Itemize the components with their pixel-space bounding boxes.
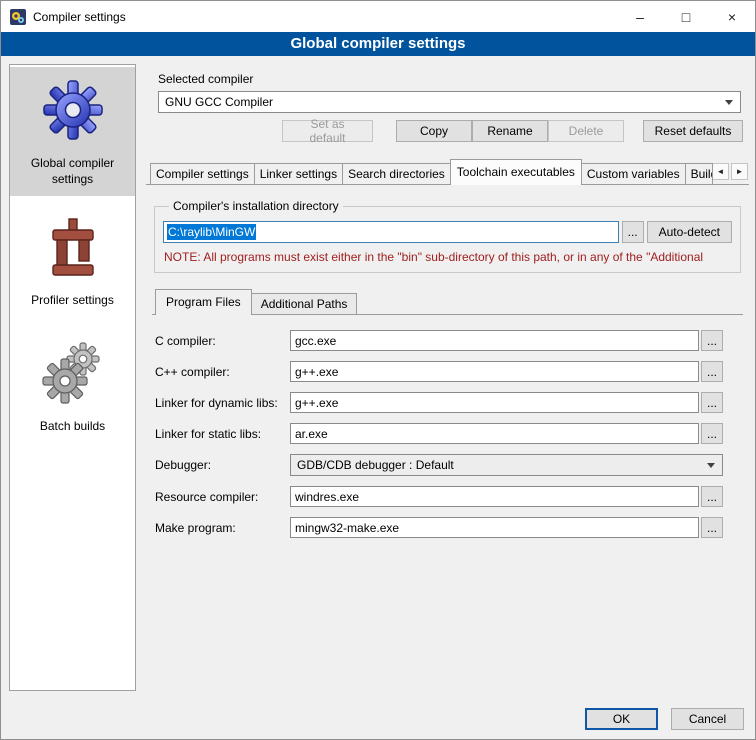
cpp-compiler-browse-button[interactable]: ... — [701, 361, 723, 382]
program-tabbar: Program Files Additional Paths — [152, 289, 743, 315]
titlebar: Compiler settings – □ × — [1, 1, 755, 32]
auto-detect-button[interactable]: Auto-detect — [647, 221, 732, 243]
sidebar: Global compiler settings Profiler settin… — [9, 64, 136, 691]
compiler-settings-dialog: Compiler settings – □ × Global compiler … — [0, 0, 756, 740]
tab-compiler-settings[interactable]: Compiler settings — [150, 163, 255, 184]
close-icon[interactable]: × — [709, 1, 755, 32]
resource-compiler-browse-button[interactable]: ... — [701, 486, 723, 507]
program-files-fields: C compiler: ... C++ compiler: ... Linker… — [152, 315, 743, 538]
maximize-icon[interactable]: □ — [663, 1, 709, 32]
field-row-resource-compiler: Resource compiler: ... — [155, 486, 723, 507]
tab-custom-variables[interactable]: Custom variables — [581, 163, 686, 184]
chevron-down-icon — [725, 100, 733, 105]
selected-compiler-dropdown[interactable]: GNU GCC Compiler — [158, 91, 741, 113]
selected-compiler-label: Selected compiler — [158, 72, 749, 86]
minimize-icon[interactable]: – — [617, 1, 663, 32]
make-program-browse-button[interactable]: ... — [701, 517, 723, 538]
sidebar-item-global-compiler-settings[interactable]: Global compiler settings — [10, 67, 135, 196]
delete-button[interactable]: Delete — [548, 120, 624, 142]
tab-toolchain-executables[interactable]: Toolchain executables — [450, 159, 582, 185]
linker-static-input[interactable] — [290, 423, 699, 444]
tab-program-files[interactable]: Program Files — [155, 289, 252, 315]
tab-linker-settings[interactable]: Linker settings — [254, 163, 343, 184]
sidebar-item-batch-builds[interactable]: Batch builds — [10, 328, 135, 444]
installation-directory-input[interactable]: C:\raylib\MinGW — [163, 221, 619, 243]
window-title: Compiler settings — [33, 10, 126, 24]
chevron-down-icon — [707, 463, 715, 468]
gear-blue-icon — [41, 78, 105, 145]
installation-directory-row: C:\raylib\MinGW ... Auto-detect — [163, 221, 732, 243]
linker-dynamic-input[interactable] — [290, 392, 699, 413]
dialog-footer: OK Cancel — [585, 708, 744, 730]
sidebar-item-label: Global compiler settings — [13, 156, 132, 187]
sidebar-item-label: Batch builds — [40, 419, 105, 435]
c-compiler-input[interactable] — [290, 330, 699, 351]
dialog-header-title: Global compiler settings — [1, 32, 755, 56]
tab-build[interactable]: Build — [685, 163, 713, 184]
tab-scroll-left-icon[interactable]: ◄ — [712, 163, 729, 180]
reset-defaults-button[interactable]: Reset defaults — [643, 120, 743, 142]
linker-static-label: Linker for static libs: — [155, 427, 290, 441]
tab-additional-paths[interactable]: Additional Paths — [251, 293, 358, 314]
profiler-tool-icon — [44, 217, 102, 282]
debugger-dropdown[interactable]: GDB/CDB debugger : Default — [290, 454, 723, 476]
gears-gray-icon — [41, 339, 105, 408]
installation-directory-browse-button[interactable]: ... — [622, 221, 644, 243]
window-controls: – □ × — [617, 1, 755, 32]
set-as-default-button[interactable]: Set as default — [282, 120, 373, 142]
field-row-c-compiler: C compiler: ... — [155, 330, 723, 351]
debugger-label: Debugger: — [155, 458, 290, 472]
cancel-button[interactable]: Cancel — [671, 708, 744, 730]
linker-dynamic-label: Linker for dynamic libs: — [155, 396, 290, 410]
resource-compiler-input[interactable] — [290, 486, 699, 507]
cpp-compiler-label: C++ compiler: — [155, 365, 290, 379]
copy-button[interactable]: Copy — [396, 120, 472, 142]
installation-directory-group: Compiler's installation directory C:\ray… — [154, 199, 741, 273]
ok-button[interactable]: OK — [585, 708, 658, 730]
field-row-debugger: Debugger: GDB/CDB debugger : Default — [155, 454, 723, 476]
tab-search-directories[interactable]: Search directories — [342, 163, 451, 184]
tab-scroll-controls: ◄ ► — [712, 163, 749, 180]
linker-dynamic-browse-button[interactable]: ... — [701, 392, 723, 413]
main-content: Selected compiler GNU GCC Compiler Set a… — [146, 64, 749, 712]
c-compiler-label: C compiler: — [155, 334, 290, 348]
debugger-value: GDB/CDB debugger : Default — [297, 458, 454, 472]
compiler-actions: Set as default Copy Rename Delete Reset … — [146, 120, 749, 142]
sidebar-item-label: Profiler settings — [31, 293, 114, 309]
settings-tabbar: Compiler settings Linker settings Search… — [146, 159, 749, 184]
field-row-make-program: Make program: ... — [155, 517, 723, 538]
make-program-label: Make program: — [155, 521, 290, 535]
c-compiler-browse-button[interactable]: ... — [701, 330, 723, 351]
tab-scroll-right-icon[interactable]: ► — [731, 163, 748, 180]
cpp-compiler-input[interactable] — [290, 361, 699, 382]
selected-compiler-value: GNU GCC Compiler — [165, 95, 273, 109]
field-row-linker-dynamic: Linker for dynamic libs: ... — [155, 392, 723, 413]
field-row-linker-static: Linker for static libs: ... — [155, 423, 723, 444]
toolchain-executables-page: Compiler's installation directory C:\ray… — [146, 184, 749, 712]
rename-button[interactable]: Rename — [472, 120, 548, 142]
sidebar-item-profiler-settings[interactable]: Profiler settings — [10, 206, 135, 318]
field-row-cpp-compiler: C++ compiler: ... — [155, 361, 723, 382]
resource-compiler-label: Resource compiler: — [155, 490, 290, 504]
installation-directory-group-label: Compiler's installation directory — [169, 199, 343, 213]
linker-static-browse-button[interactable]: ... — [701, 423, 723, 444]
note-text: NOTE: All programs must exist either in … — [164, 250, 732, 264]
app-icon — [10, 9, 26, 25]
make-program-input[interactable] — [290, 517, 699, 538]
installation-directory-value: C:\raylib\MinGW — [167, 224, 256, 240]
